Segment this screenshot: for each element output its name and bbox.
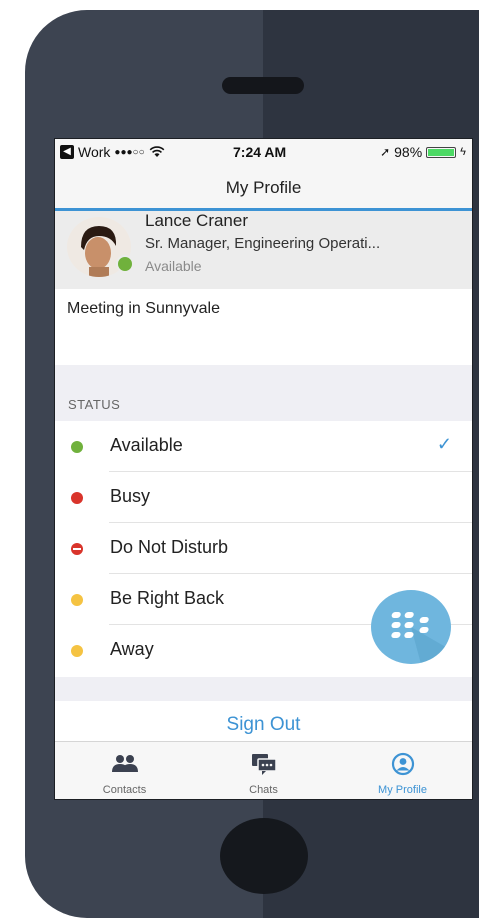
status-bar-left: ◀ Work ●●●○○ [60, 144, 165, 160]
section-label: STATUS [68, 397, 121, 412]
app-screen: ◀ Work ●●●○○ 7:24 AM ➚ 98% ϟ My Profile [54, 138, 473, 800]
presence-dot-icon [71, 441, 83, 453]
status-bar-right: ➚ 98% ϟ [380, 144, 466, 160]
navigation-bar: My Profile [55, 165, 472, 211]
status-note-field[interactable]: Meeting in Sunnyvale [55, 289, 472, 365]
tab-bar: Contacts Chats My Profile [55, 741, 472, 799]
wifi-icon [149, 146, 164, 157]
section-spacer [55, 677, 472, 701]
presence-dot-icon [71, 492, 83, 504]
sign-out-button[interactable]: Sign Out [55, 701, 472, 743]
status-option-label: Be Right Back [110, 588, 225, 608]
profile-job-title: Sr. Manager, Engineering Operati... [145, 235, 381, 252]
status-bar: ◀ Work ●●●○○ 7:24 AM ➚ 98% ϟ [55, 139, 472, 165]
status-section-header: STATUS [55, 365, 472, 421]
status-note-text: Meeting in Sunnyvale [67, 300, 220, 317]
status-option-label: Away [110, 639, 154, 659]
signal-strength-icon: ●●●○○ [114, 146, 145, 158]
blackberry-logo-icon [391, 612, 451, 664]
battery-icon [426, 146, 457, 158]
back-to-app-icon[interactable]: ◀ [60, 145, 74, 159]
carrier-label: Work [78, 144, 111, 160]
battery-percent: 98% [394, 144, 423, 160]
status-option-label: Available [110, 435, 183, 455]
profile-presence: Available [145, 258, 202, 274]
status-option-label: Do Not Disturb [110, 537, 229, 557]
tab-label: Chats [249, 784, 278, 796]
presence-indicator [116, 255, 134, 273]
tab-my-profile[interactable]: My Profile [333, 742, 472, 799]
do-not-disturb-icon [71, 543, 83, 555]
page-title: My Profile [225, 178, 302, 197]
status-option-do-not-disturb[interactable]: Do Not Disturb [55, 523, 472, 574]
status-option-busy[interactable]: Busy [55, 472, 472, 523]
battery-fill [428, 148, 454, 156]
clock: 7:24 AM [233, 144, 287, 160]
charging-icon: ϟ [460, 146, 466, 158]
tab-label: My Profile [378, 784, 427, 796]
phone-speaker [222, 77, 304, 94]
contacts-icon [111, 755, 138, 772]
tab-chats[interactable]: Chats [194, 742, 333, 799]
profile-icon [391, 752, 414, 776]
blackberry-fab-button[interactable] [371, 590, 451, 664]
presence-dot-icon [71, 594, 83, 606]
home-button[interactable] [220, 818, 308, 894]
status-option-available[interactable]: Available ✓ [55, 421, 472, 472]
checkmark-icon: ✓ [436, 434, 452, 454]
chats-icon [251, 754, 277, 775]
status-option-label: Busy [110, 486, 151, 506]
profile-header[interactable]: Lance Craner Sr. Manager, Engineering Op… [55, 211, 472, 289]
profile-name: Lance Craner [145, 211, 249, 230]
tab-label: Contacts [102, 784, 147, 796]
tab-contacts[interactable]: Contacts [55, 742, 194, 799]
presence-dot-icon [71, 645, 83, 657]
location-arrow-icon: ➚ [380, 145, 391, 159]
dnd-bar [73, 548, 81, 550]
